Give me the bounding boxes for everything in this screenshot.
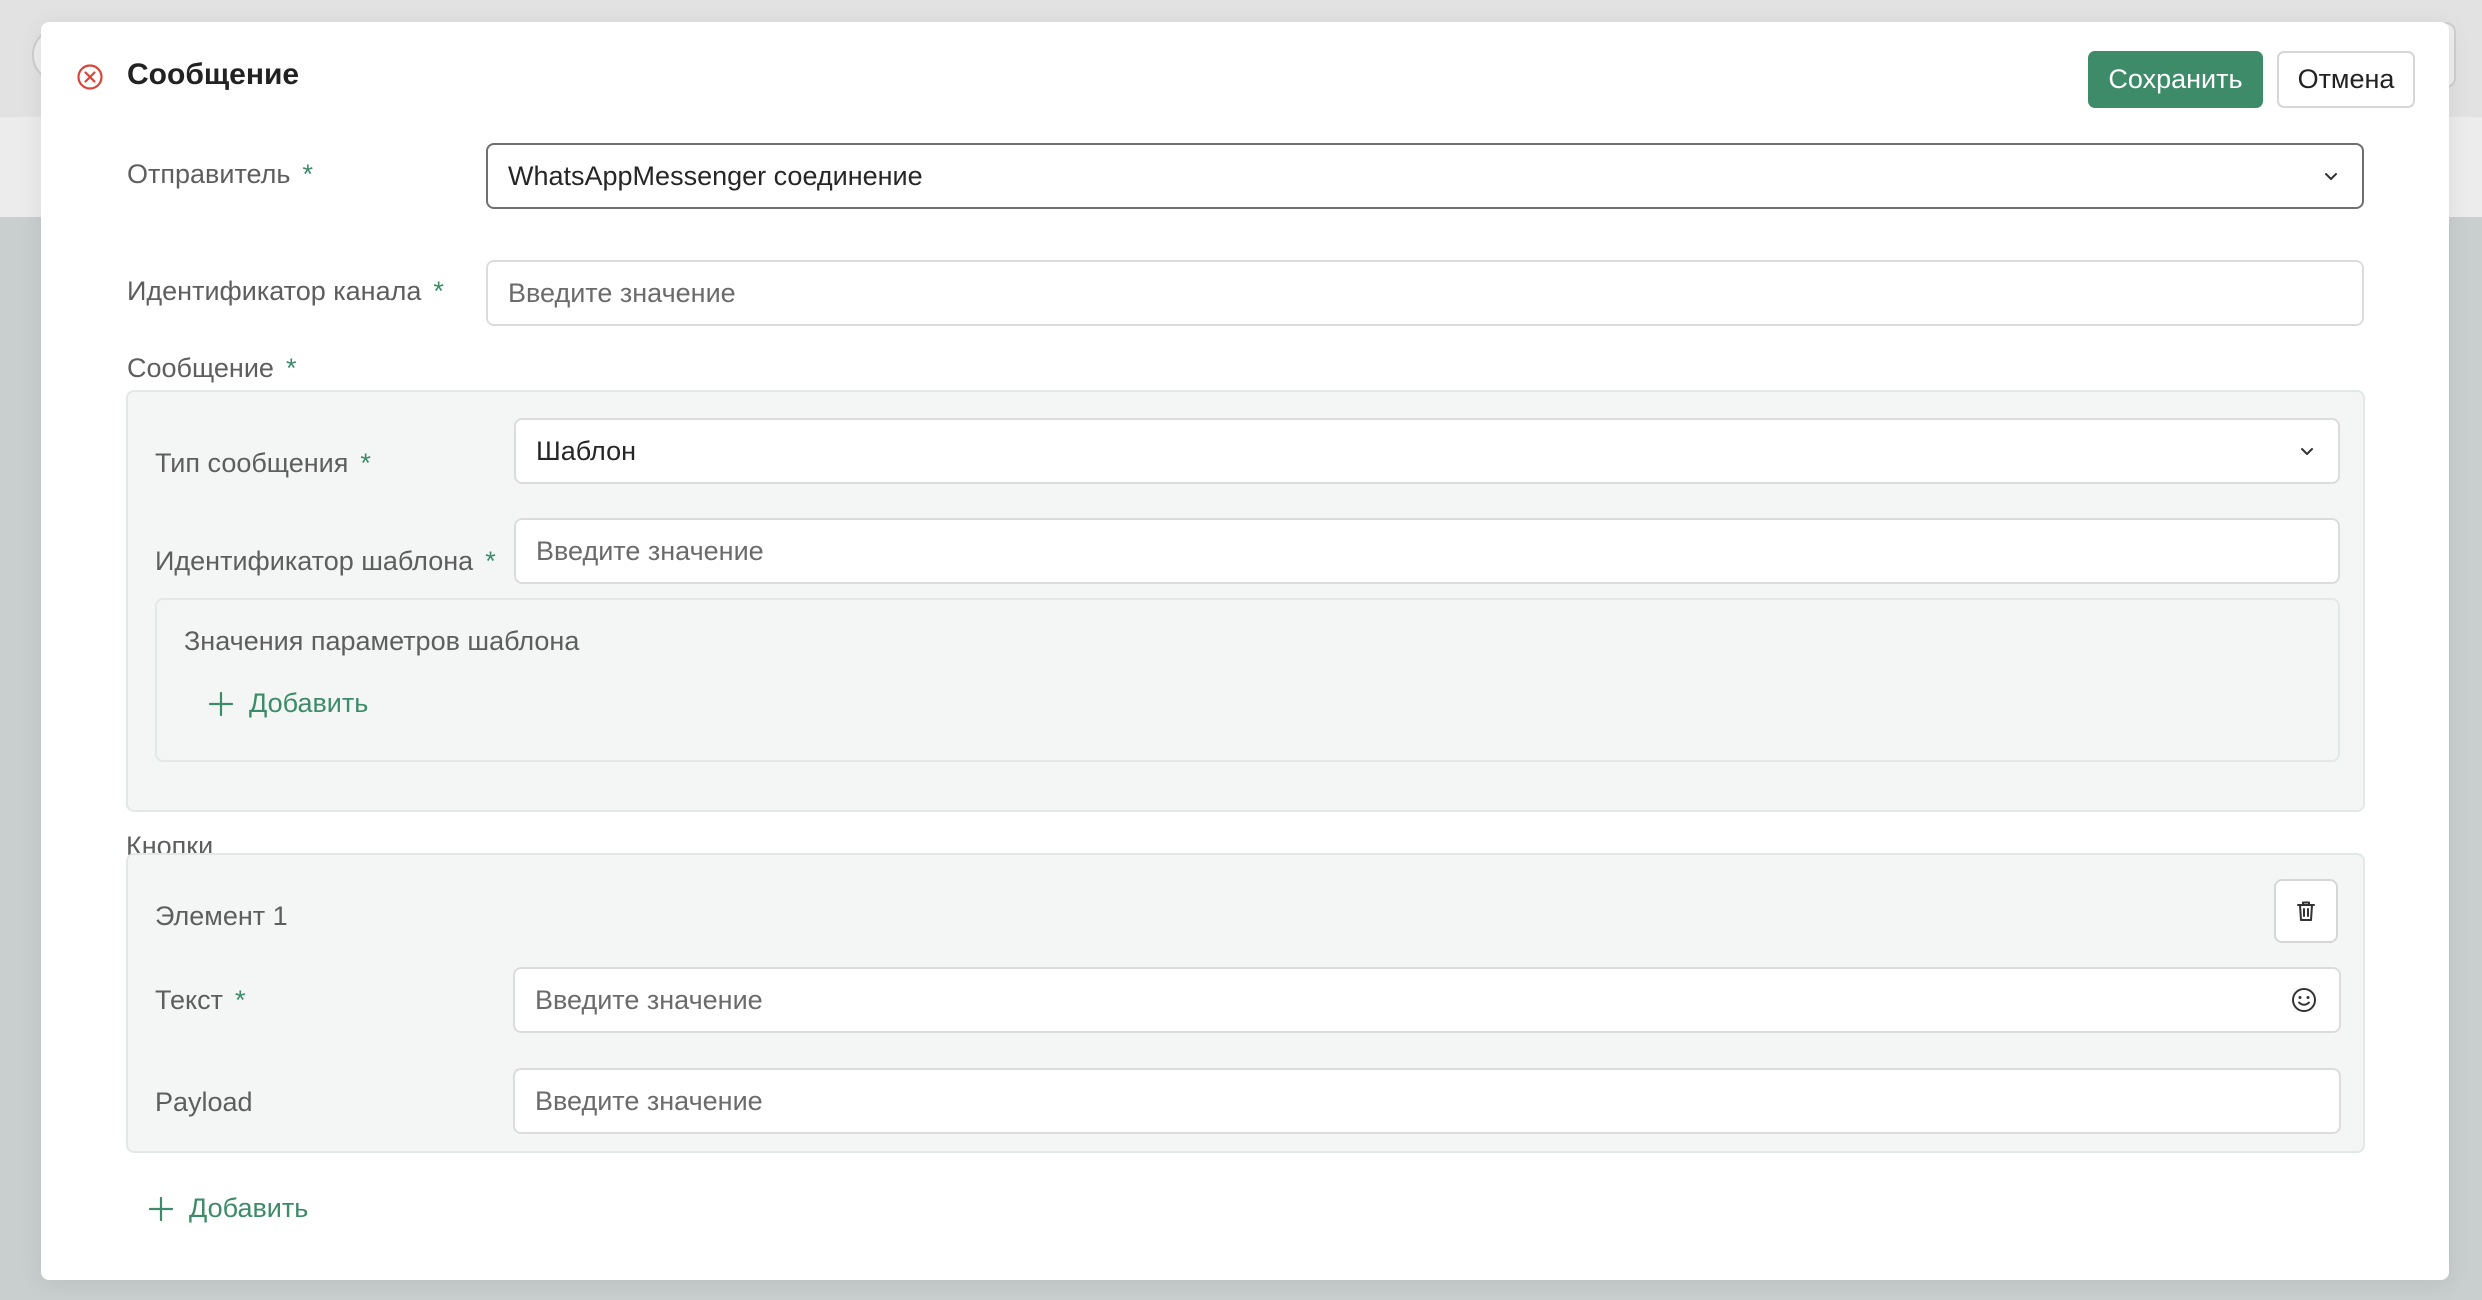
modal-header: Сообщение Сохранить Отмена	[41, 22, 2449, 134]
delete-button-item[interactable]	[2274, 879, 2338, 943]
add-template-param-button[interactable]: Добавить	[207, 688, 368, 719]
channel-id-label-text: Идентификатор канала	[127, 276, 422, 306]
message-type-value: Шаблон	[536, 435, 636, 466]
plus-icon	[208, 691, 234, 716]
add-template-param-label: Добавить	[249, 688, 369, 718]
template-id-field[interactable]	[514, 518, 2340, 584]
required-mark: *	[285, 353, 297, 383]
channel-id-field[interactable]	[486, 260, 2364, 326]
message-type-label-text: Тип сообщения	[155, 448, 349, 478]
payload-label: Payload	[155, 1087, 253, 1117]
message-type-label: Тип сообщения *	[155, 448, 371, 479]
required-mark: *	[360, 448, 371, 478]
required-mark: *	[485, 546, 496, 576]
button-text-field[interactable]	[513, 967, 2341, 1033]
payload-input[interactable]	[535, 1085, 2319, 1117]
message-modal: Сообщение Сохранить Отмена Отправитель * …	[41, 22, 2449, 1280]
button-item-title: Элемент 1	[155, 901, 288, 931]
sender-label: Отправитель *	[127, 159, 313, 190]
cancel-button[interactable]: Отмена	[2277, 51, 2415, 108]
message-section-label: Сообщение *	[127, 353, 296, 384]
template-params-label: Значения параметров шаблона	[184, 626, 580, 656]
close-circle-icon[interactable]	[76, 63, 104, 91]
sender-value: WhatsAppMessenger соединение	[508, 160, 923, 191]
template-params-group: Значения параметров шаблона Добавить	[155, 598, 2340, 762]
payload-field[interactable]	[513, 1068, 2341, 1134]
template-id-label-text: Идентификатор шаблона	[155, 546, 474, 576]
add-button-item-label: Добавить	[189, 1193, 309, 1223]
add-button-item-button[interactable]: Добавить	[147, 1193, 308, 1224]
button-text-label: Текст *	[155, 985, 246, 1016]
save-button[interactable]: Сохранить	[2088, 51, 2263, 108]
trash-icon	[2297, 901, 2315, 921]
sender-select[interactable]: WhatsAppMessenger соединение	[486, 143, 2364, 209]
chevron-down-icon	[2325, 173, 2337, 180]
sender-label-text: Отправитель	[127, 159, 291, 189]
template-id-input[interactable]	[536, 535, 2318, 567]
chevron-down-icon	[2301, 448, 2313, 455]
template-id-label: Идентификатор шаблона *	[155, 546, 496, 577]
button-text-input[interactable]	[535, 984, 2289, 1016]
required-mark: *	[234, 985, 246, 1015]
required-mark: *	[302, 159, 313, 189]
plus-icon	[148, 1196, 174, 1221]
required-mark: *	[433, 276, 444, 306]
channel-id-label: Идентификатор канала *	[127, 276, 444, 307]
message-group: Тип сообщения * Шаблон Идентификатор шабл…	[126, 390, 2365, 812]
message-section-label-text: Сообщение	[127, 353, 274, 383]
modal-title: Сообщение	[127, 58, 300, 91]
emoji-icon[interactable]	[2289, 985, 2319, 1015]
buttons-group: Элемент 1 Текст * Payload	[126, 853, 2365, 1153]
channel-id-input[interactable]	[508, 277, 2342, 309]
message-type-select[interactable]: Шаблон	[514, 418, 2340, 484]
button-text-label-text: Текст	[155, 985, 223, 1015]
